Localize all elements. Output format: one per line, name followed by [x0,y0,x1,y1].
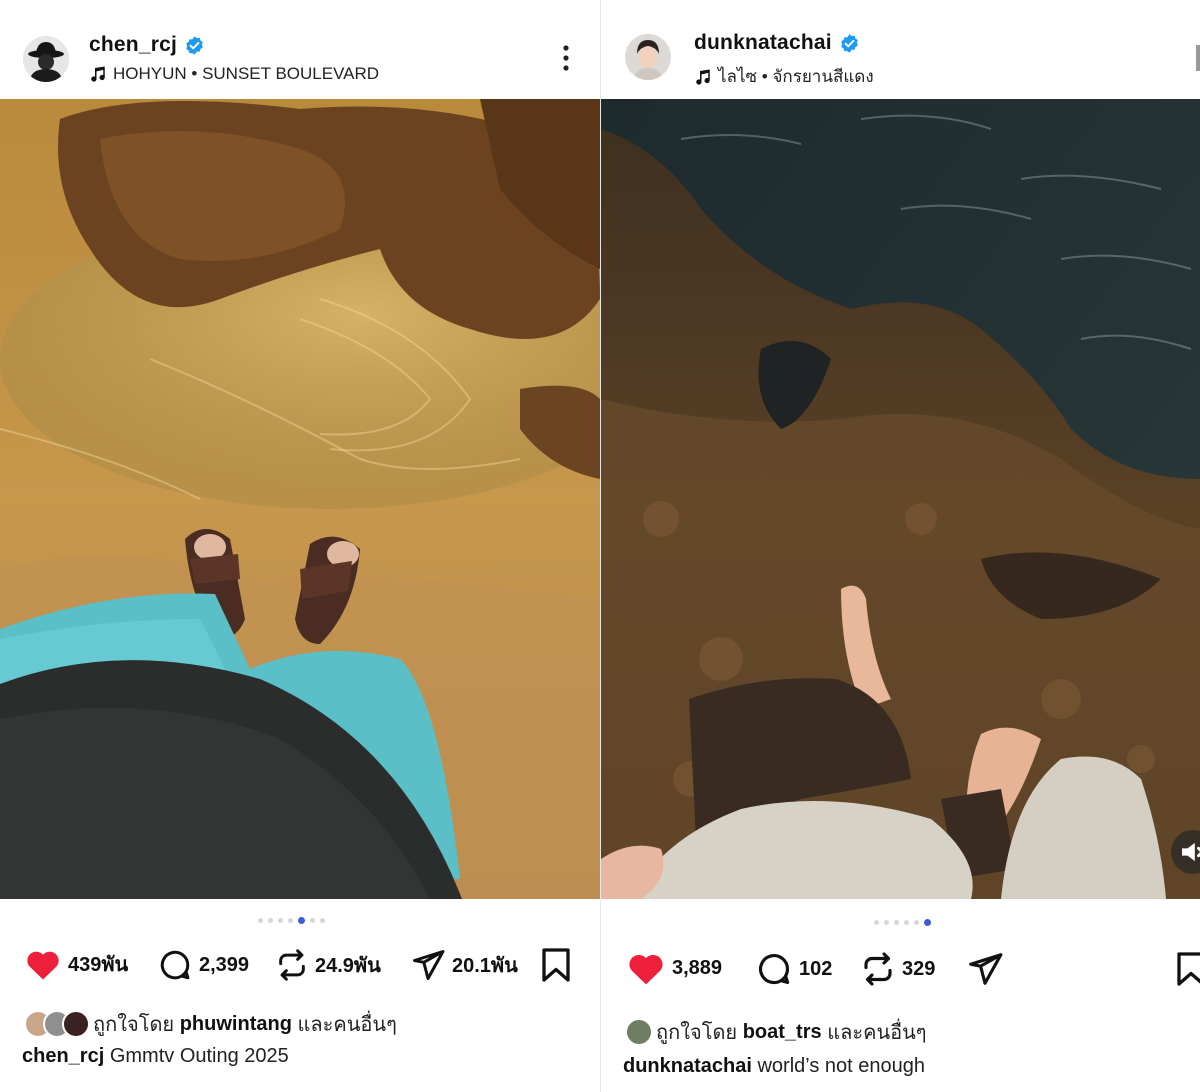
carousel-dot [278,918,283,923]
post-header: dunknatachai ไลไซ • จักรยานสีแดง [601,0,1200,99]
liked-by-prefix: ถูกใจโดย [656,1022,738,1044]
liked-by-avatars [24,1010,90,1038]
more-vertical-icon[interactable] [561,43,571,73]
post-photo[interactable] [601,99,1200,899]
heart-filled-icon [27,951,59,980]
carousel-dot [288,918,293,923]
liked-by-row: ถูกใจโดย boat_trs และคนอื่นๆ [625,1016,927,1048]
bookmark-icon [542,948,570,982]
carousel-indicator [258,917,325,924]
liked-by-prefix: ถูกใจโดย [93,1014,175,1036]
verified-badge-icon [186,35,203,55]
music-note-icon [91,66,105,82]
action-bar: 3,889 102 329 [601,950,1200,990]
comment-count: 102 [799,957,833,980]
carousel-dot [268,918,273,923]
beach-sandals-photo [0,99,600,899]
carousel-dot-active [298,917,305,924]
avatar[interactable] [625,1018,653,1046]
share-button[interactable]: 20.1พัน [410,947,518,983]
comment-icon [758,954,790,985]
caption-text: world’s not enough [757,1055,926,1077]
repost-count: 24.9พัน [315,955,381,977]
action-bar: 439พัน 2,399 24.9พัน 20.1พัน [0,947,600,987]
save-button[interactable] [541,947,571,983]
username[interactable]: dunknatachai [694,31,832,55]
repost-button[interactable]: 329 [860,950,935,988]
post-card-chen-rcj: chen_rcj HOHYUN • SUNSET BOULEVARD 439พั… [0,0,600,1092]
repost-icon [864,952,892,986]
save-button[interactable] [1176,950,1200,988]
liked-by-suffix[interactable]: และคนอื่นๆ [297,1008,396,1040]
repost-button[interactable]: 24.9พัน [275,947,381,983]
bookmark-icon [1177,952,1200,986]
caption-username[interactable]: dunknatachai [623,1055,752,1077]
carousel-dot [894,920,899,925]
carousel-dot [874,920,879,925]
liked-by-user[interactable]: boat_trs [743,1021,822,1044]
carousel-dot [914,920,919,925]
share-count: 20.1พัน [452,955,518,977]
repost-count: 329 [902,957,936,980]
post-header: chen_rcj HOHYUN • SUNSET BOULEVARD [0,0,600,99]
mute-toggle-button[interactable] [1171,830,1200,874]
liked-by-suffix[interactable]: และคนอื่นๆ [827,1016,926,1048]
caption-text: Gmmtv Outing 2025 [109,1045,289,1067]
username[interactable]: chen_rcj [89,33,177,57]
repost-icon [279,949,305,981]
comment-count: 2,399 [199,953,250,976]
caption: chen_rcj Gmmtv Outing 2025 [22,1045,289,1068]
liked-by-avatars [625,1018,653,1046]
post-photo[interactable] [0,99,600,899]
comment-button[interactable]: 102 [755,950,832,988]
music-note-icon [696,69,710,85]
carousel-dot [904,920,909,925]
avatar[interactable] [625,34,671,80]
liked-by-row: ถูกใจโดย phuwintang และคนอื่นๆ [24,1008,397,1040]
rocks-barefoot-photo [601,99,1200,899]
music-track[interactable]: ไลไซ • จักรยานสีแดง [718,63,874,90]
comment-icon [160,950,190,980]
like-count: 3,889 [672,956,723,979]
like-count: 439พัน [68,954,129,976]
more-vertical-icon[interactable] [1196,45,1200,71]
carousel-dot [320,918,325,923]
avatar[interactable] [62,1010,90,1038]
carousel-dot [310,918,315,923]
post-card-dunknatachai: dunknatachai ไลไซ • จักรยานสีแดง 3,889 1… [601,0,1200,1092]
verified-badge-icon [840,33,858,53]
caption: dunknatachai world’s not enough [623,1055,925,1078]
share-button[interactable] [966,950,1004,988]
caption-username[interactable]: chen_rcj [22,1045,104,1067]
carousel-dot-active [924,919,931,926]
music-track[interactable]: HOHYUN • SUNSET BOULEVARD [113,64,379,84]
comment-button[interactable]: 2,399 [157,947,249,983]
heart-filled-icon [629,954,663,985]
share-send-icon [413,950,445,980]
carousel-dot [258,918,263,923]
liked-by-user[interactable]: phuwintang [180,1013,292,1036]
carousel-indicator [874,919,931,926]
speaker-muted-icon [1182,842,1200,862]
share-send-icon [969,953,1003,985]
avatar[interactable] [23,36,69,82]
like-button[interactable]: 439พัน [24,947,128,981]
like-button[interactable]: 3,889 [626,950,722,986]
carousel-dot [884,920,889,925]
